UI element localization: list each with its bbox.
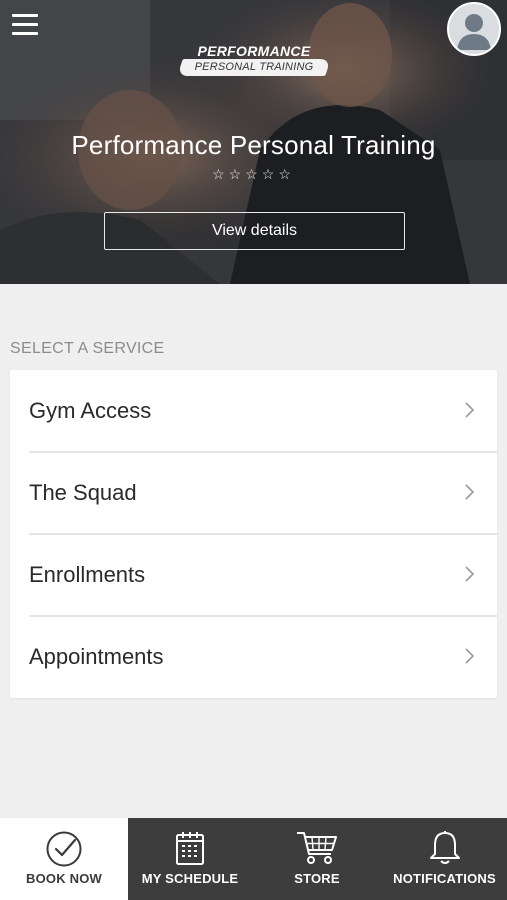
- service-item-gym-access[interactable]: Gym Access: [10, 370, 497, 452]
- user-silhouette-icon: [457, 14, 491, 50]
- rating-stars: ☆☆☆☆☆: [212, 166, 295, 182]
- chevron-right-icon: [465, 648, 475, 664]
- service-list: Gym Access The Squad Enrollments Appoint…: [10, 370, 497, 698]
- bottom-navigation: BOOK NOW MY SCHEDULE STORE NOTIFICATIONS: [0, 818, 507, 900]
- logo-bottom-text: PERSONAL TRAINING: [194, 61, 314, 73]
- nav-label: MY SCHEDULE: [141, 871, 239, 886]
- cart-icon: [297, 832, 337, 864]
- service-item-label: Enrollments: [29, 562, 146, 587]
- service-item-enrollments[interactable]: Enrollments: [10, 534, 497, 616]
- logo-top-text: PERFORMANCE: [197, 43, 311, 59]
- business-title: Performance Personal Training: [71, 130, 436, 160]
- hamburger-menu-icon[interactable]: [12, 14, 38, 38]
- chevron-right-icon: [465, 484, 475, 500]
- bell-icon: [429, 831, 460, 864]
- nav-label: NOTIFICATIONS: [393, 871, 496, 886]
- chevron-right-icon: [465, 566, 475, 582]
- calendar-icon: [176, 832, 204, 865]
- service-item-label: Gym Access: [29, 398, 152, 423]
- nav-notifications[interactable]: NOTIFICATIONS: [382, 818, 507, 900]
- hero-banner: PERFORMANCE PERSONAL TRAINING Performanc…: [0, 0, 507, 284]
- nav-book-now[interactable]: BOOK NOW: [0, 818, 128, 900]
- profile-avatar[interactable]: [447, 2, 501, 56]
- service-item-appointments[interactable]: Appointments: [10, 616, 497, 698]
- section-label-select-service: SELECT A SERVICE: [10, 340, 165, 357]
- service-item-label: Appointments: [29, 644, 164, 669]
- view-details-button[interactable]: View details: [104, 212, 405, 250]
- nav-label: STORE: [294, 871, 340, 886]
- brand-logo: PERFORMANCE PERSONAL TRAINING: [177, 43, 331, 76]
- nav-store[interactable]: STORE: [252, 818, 382, 900]
- service-item-the-squad[interactable]: The Squad: [10, 452, 497, 534]
- checkmark-circle-icon: [46, 831, 82, 867]
- service-item-label: The Squad: [29, 480, 137, 505]
- chevron-right-icon: [465, 402, 475, 418]
- nav-my-schedule[interactable]: MY SCHEDULE: [128, 818, 252, 900]
- nav-label: BOOK NOW: [26, 871, 102, 886]
